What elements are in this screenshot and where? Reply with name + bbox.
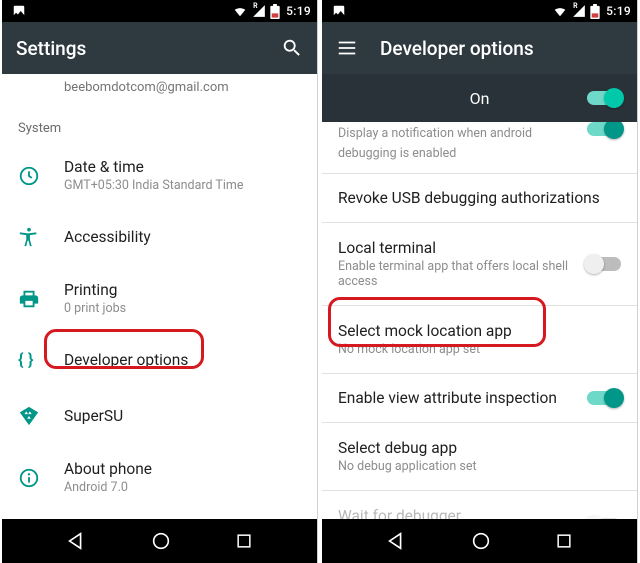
clock-icon [18, 165, 64, 187]
home-icon[interactable] [150, 530, 172, 552]
recents-icon[interactable] [554, 531, 574, 551]
row-developer-options[interactable]: { } Developer options [2, 332, 317, 388]
master-switch[interactable] [587, 91, 621, 105]
row-supersu[interactable]: SuperSU [2, 388, 317, 444]
row-label: Wait for debugger [338, 507, 579, 519]
phone-devoptions: R 5:19 Developer options On Display a no… [322, 0, 638, 563]
status-clock: 5:19 [286, 4, 311, 18]
recents-icon[interactable] [234, 531, 254, 551]
row-about-phone[interactable]: About phone Android 7.0 [2, 444, 317, 511]
section-system: System [2, 107, 317, 142]
row-date-time[interactable]: Date & time GMT+05:30 India Standard Tim… [2, 142, 317, 209]
row-sub: Display a notification when android debu… [338, 126, 532, 161]
search-icon[interactable] [281, 37, 303, 59]
battery-icon [270, 4, 280, 19]
screenshot-icon [12, 4, 26, 18]
row-label: Developer options [64, 351, 301, 369]
row-accessibility[interactable]: Accessibility [2, 209, 317, 265]
info-icon [18, 467, 64, 489]
row-label: Printing [64, 281, 301, 299]
row-revoke-usb[interactable]: Revoke USB debugging authorizations [322, 174, 637, 222]
row-label: Date & time [64, 158, 301, 176]
home-icon[interactable] [470, 530, 492, 552]
switch-adb-notification[interactable] [587, 122, 621, 136]
back-icon[interactable] [65, 530, 87, 552]
supersu-icon [18, 405, 64, 427]
settings-list[interactable]: beebomdotcom@gmail.com System Date & tim… [2, 74, 317, 519]
row-sub: 0 print jobs [64, 301, 301, 316]
wifi-icon [232, 4, 248, 18]
wifi-icon [552, 4, 568, 18]
devopts-list[interactable]: Display a notification when android debu… [322, 122, 637, 519]
row-label: Select mock location app [338, 322, 621, 340]
nav-bar [322, 519, 637, 563]
accessibility-icon [18, 226, 64, 248]
printer-icon [18, 288, 64, 310]
row-label: Revoke USB debugging authorizations [338, 189, 621, 207]
row-adb-notification[interactable]: Display a notification when android debu… [322, 122, 637, 173]
roaming-indicator: R [253, 2, 257, 10]
status-bar: R 5:19 [322, 0, 637, 22]
appbar: Settings [2, 22, 317, 74]
row-label: Accessibility [64, 228, 301, 246]
row-label: About phone [64, 460, 301, 478]
nav-bar [2, 519, 317, 563]
row-select-debug-app[interactable]: Select debug app No debug application se… [322, 423, 637, 490]
switch-local-terminal[interactable] [587, 257, 621, 271]
status-bar: R 5:19 [2, 0, 317, 22]
appbar-title: Developer options [380, 37, 534, 60]
roaming-indicator: R [573, 2, 577, 10]
battery-icon [590, 4, 600, 19]
switch-wait-debugger [587, 518, 621, 519]
signal-icon: R [252, 4, 266, 18]
phone-settings: R 5:19 Settings beebomdotcom@gmail.com S… [2, 0, 318, 563]
row-local-terminal[interactable]: Local terminal Enable terminal app that … [322, 223, 637, 305]
master-switch-label: On [372, 89, 587, 108]
row-label: Enable view attribute inspection [338, 389, 579, 407]
row-sub: No debug application set [338, 459, 621, 474]
screenshot-icon [332, 4, 346, 18]
master-switch-row[interactable]: On [322, 74, 637, 122]
row-label: Local terminal [338, 239, 579, 257]
braces-icon: { } [18, 350, 64, 370]
row-label: SuperSU [64, 407, 301, 425]
row-sub: Android 7.0 [64, 480, 301, 495]
account-email[interactable]: beebomdotcom@gmail.com [2, 74, 317, 107]
signal-icon: R [572, 4, 586, 18]
status-clock: 5:19 [606, 4, 631, 18]
appbar: Developer options [322, 22, 637, 74]
row-wait-for-debugger: Wait for debugger Debugged application w… [322, 491, 637, 519]
hamburger-icon[interactable] [336, 37, 358, 59]
row-label: Select debug app [338, 439, 621, 457]
row-sub: GMT+05:30 India Standard Time [64, 178, 301, 193]
appbar-title: Settings [16, 37, 86, 60]
row-sub: No mock location app set [338, 342, 621, 357]
row-sub: Enable terminal app that offers local sh… [338, 259, 579, 289]
row-mock-location[interactable]: Select mock location app No mock locatio… [322, 306, 637, 373]
switch-view-attribute[interactable] [587, 391, 621, 405]
row-view-attribute[interactable]: Enable view attribute inspection [322, 374, 637, 422]
row-printing[interactable]: Printing 0 print jobs [2, 265, 317, 332]
back-icon[interactable] [385, 530, 407, 552]
